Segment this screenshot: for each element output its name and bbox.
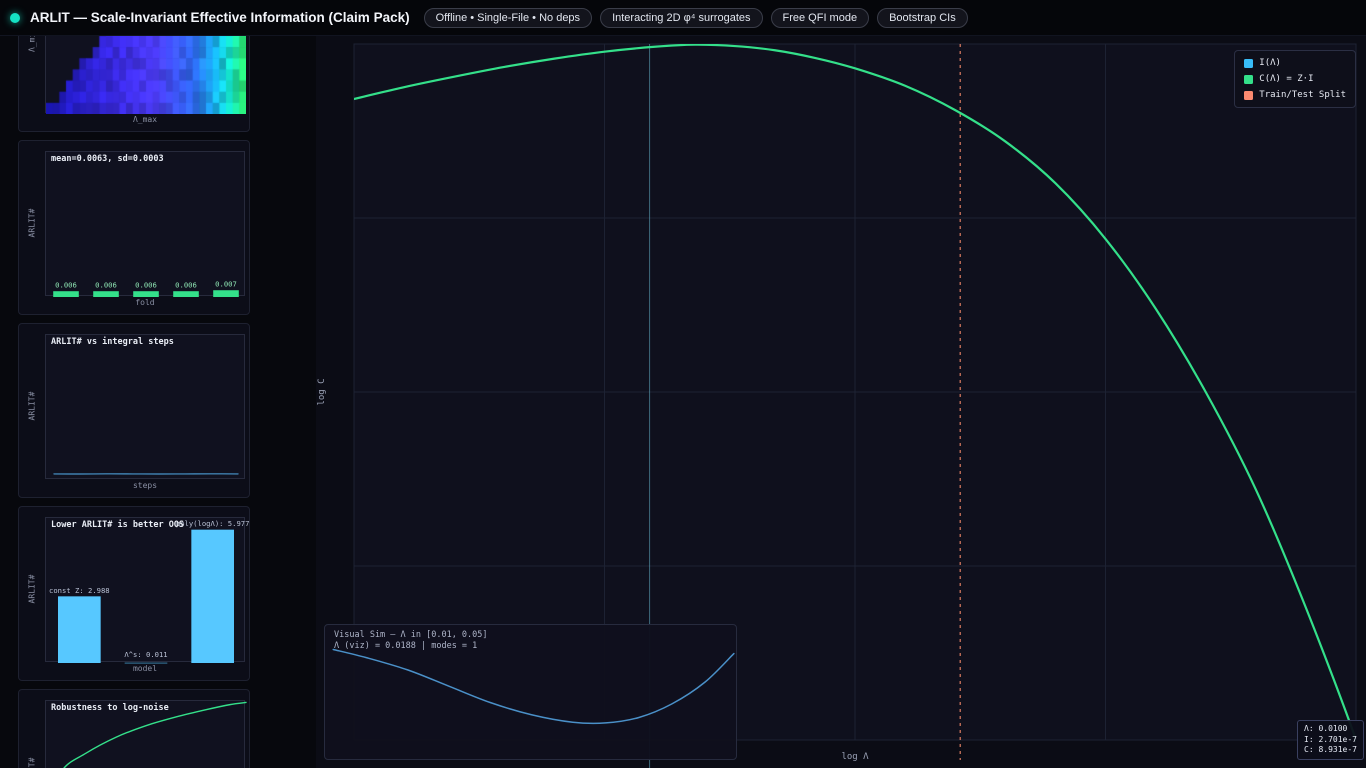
bar [93, 291, 119, 297]
bar-value-label: 0.007 [215, 280, 237, 289]
legend-item[interactable]: I(Λ) [1244, 58, 1346, 68]
header-bar: ARLIT — Scale-Invariant Effective Inform… [0, 0, 1366, 36]
inset-title-line1: Visual Sim — Λ in [0.01, 0.05] [334, 630, 488, 640]
bar-chart-svg: 0.006 0.006 0.006 0.006 0.007 [53, 280, 239, 297]
legend-label: I(Λ) [1259, 58, 1281, 68]
bar [213, 290, 239, 297]
tooltip-lambda-value: Λ: 0.0100 [1304, 724, 1348, 733]
legend-swatch-icon [1244, 90, 1254, 100]
sidebar-panel-model-comparison: Lower ARLIT# is better OOS ARLIT# const … [18, 506, 250, 681]
panel-y-axis-label: ARLIT# [27, 574, 37, 604]
inset-title-line2: Λ (viz) = 0.0188 | modes = 1 [334, 641, 478, 651]
header-pill: Bootstrap CIs [877, 7, 968, 28]
line-chart-svg [53, 473, 239, 475]
bar-value-label: const Z: 2.988 [49, 586, 110, 595]
sidebar-panel-fold-stability: mean=0.0063, sd=0.0003 ARLIT# 0.006 0.006… [18, 140, 250, 315]
bar [58, 596, 101, 663]
legend-swatch-icon [1244, 74, 1254, 84]
visual-sim-inset: Visual Sim — Λ in [0.01, 0.05] Λ (viz) =… [324, 624, 737, 760]
bar-value-label: 0.006 [135, 281, 157, 290]
panel-y-axis-label: ARLIT# [27, 391, 37, 421]
panel-x-axis-label: model [132, 664, 158, 673]
main-chart-area: log C log Λ I(Λ) C(Λ) = Z·I Train/Test S… [316, 36, 1366, 768]
panel-plot [45, 334, 245, 479]
bar-value-label: Λ^s: 0.011 [124, 650, 167, 659]
sidebar-panel-integral-steps: ARLIT# vs integral steps ARLIT# steps [18, 323, 250, 498]
bar-chart-svg: const Z: 2.988 Λ^s: 0.011 poly(logΛ): 5.97… [49, 519, 249, 664]
panel-plot: 0.006 0.006 0.006 0.006 0.007 [45, 151, 245, 297]
tooltip-i-value: I: 2.701e-7 [1304, 734, 1357, 744]
panel-title: mean=0.0063, sd=0.0003 [51, 154, 164, 164]
legend-label: Train/Test Split [1259, 90, 1346, 100]
panel-title: Lower ARLIT# is better OOS [51, 520, 185, 530]
panel-title: ARLIT# vs integral steps [51, 337, 174, 347]
sidebar-panel-noise-robustness: Robustness to log-noise ARLIT# [18, 689, 250, 768]
legend-label: C(Λ) = Z·I [1259, 74, 1314, 84]
bar [173, 291, 199, 297]
panel-title: Robustness to log-noise [51, 703, 169, 713]
header-pill: Free QFI mode [770, 7, 870, 28]
legend-item[interactable]: C(Λ) = Z·I [1244, 74, 1346, 84]
sidebar: Λ_min Λ_max mean=0.0063, sd=0.0003 ARLIT… [0, 0, 316, 768]
app-root: ARLIT — Scale-Invariant Effective Inform… [0, 0, 1366, 768]
panel-plot: const Z: 2.988 Λ^s: 0.011 poly(logΛ): 5.97… [45, 517, 249, 664]
readout-tooltip: Λ: 0.0100 I: 2.701e-7 C: 8.931e-7 [1297, 720, 1364, 760]
legend-swatch-icon [1244, 58, 1254, 68]
panel-x-axis-label: Λ_max [132, 115, 158, 124]
bar-value-label: 0.006 [175, 281, 197, 290]
bar [191, 529, 234, 663]
header-pill: Interacting 2D φ⁴ surrogates [600, 7, 763, 28]
app-logo-icon [10, 12, 20, 23]
bar-value-label: 0.006 [95, 281, 117, 290]
main-x-axis-label: log Λ [841, 752, 869, 762]
main-y-axis-label: log C [317, 378, 327, 406]
legend: I(Λ) C(Λ) = Z·I Train/Test Split [1234, 50, 1356, 108]
bar [53, 291, 79, 297]
panel-x-axis-label: fold [135, 298, 155, 307]
app-title: ARLIT — Scale-Invariant Effective Inform… [30, 10, 410, 25]
bar [133, 291, 159, 297]
legend-item[interactable]: Train/Test Split [1244, 90, 1346, 100]
panel-y-axis-label: ARLIT# [28, 758, 37, 768]
bar-value-label: poly(logΛ): 5.977 [176, 519, 250, 528]
panel-y-axis-label: ARLIT# [27, 208, 37, 238]
header-badges: Offline • Single-File • No deps Interacti… [423, 7, 968, 28]
header-pill: Offline • Single-File • No deps [423, 7, 593, 28]
bar-value-label: 0.006 [55, 281, 77, 290]
tooltip-c-value: C: 8.931e-7 [1304, 745, 1357, 754]
inset-sim-curve [332, 648, 735, 725]
panel-x-axis-label: steps [132, 481, 158, 490]
